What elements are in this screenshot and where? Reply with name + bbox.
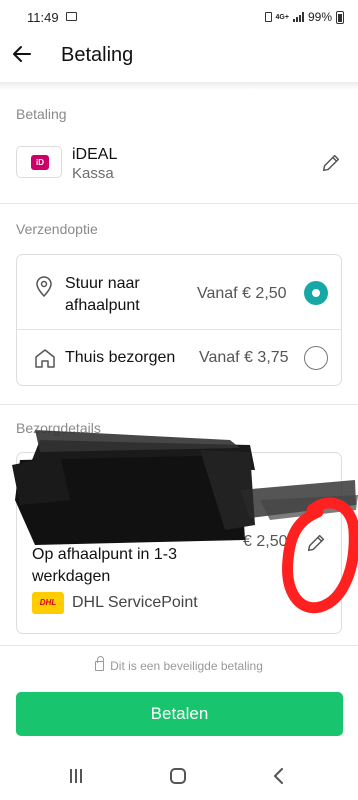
pay-button[interactable]: Betalen <box>16 692 343 736</box>
ideal-logo: iD <box>16 146 62 178</box>
ideal-logo-mark: iD <box>31 155 49 170</box>
shipping-option-pickup-price: Vanaf € 2,50 <box>197 285 287 302</box>
payment-section-label: Betaling <box>16 106 67 122</box>
battery-percentage: 99% <box>307 10 332 24</box>
status-time: 11:49 <box>27 10 59 25</box>
page-title: Betaling <box>61 44 134 66</box>
shipping-option-home-label[interactable]: Thuis bezorgen <box>65 349 175 367</box>
section-divider <box>0 645 358 646</box>
shipping-option-home-price: Vanaf € 3,75 <box>199 349 289 366</box>
pencil-icon[interactable] <box>320 152 342 174</box>
status-icons: 4G+ 99% <box>264 10 344 24</box>
home-icon[interactable] <box>170 768 186 784</box>
secure-payment-text: Dit is een beveiligde betaling <box>110 659 263 673</box>
secure-payment-note: Dit is een beveiligde betaling <box>0 656 358 673</box>
gallery-icon <box>66 12 77 21</box>
shipping-section-label: Verzendoptie <box>16 221 98 237</box>
option-divider <box>17 329 341 330</box>
shipping-options-card: Stuur naar afhaalpunt Vanaf € 2,50 Thuis… <box>16 254 342 386</box>
delivery-time-text: Op afhaalpunt in 1-3 werkdagen <box>32 546 177 585</box>
carrier-name: DHL ServicePoint <box>72 594 198 611</box>
pencil-icon[interactable] <box>305 532 327 554</box>
signal-icon <box>292 12 304 22</box>
back-icon[interactable] <box>272 768 286 784</box>
lock-icon <box>95 656 105 671</box>
shipping-option-pickup-label[interactable]: Stuur naar afhaalpunt <box>65 273 185 317</box>
delivery-section-label: Bezorgdetails <box>16 420 101 436</box>
system-nav-bar <box>0 752 358 800</box>
payment-method-name: iDEAL <box>72 146 118 163</box>
map-pin-icon <box>36 276 52 297</box>
shipping-option-home-radio[interactable] <box>304 346 328 370</box>
section-divider <box>0 404 358 405</box>
header-divider <box>0 82 358 90</box>
payment-method-sub: Kassa <box>72 165 114 182</box>
battery-icon <box>336 10 344 24</box>
shipping-option-pickup-radio[interactable] <box>304 281 328 305</box>
section-divider <box>0 203 358 204</box>
status-bar: 11:49 4G+ 99% <box>0 0 358 34</box>
top-app-bar: Betaling <box>0 34 358 82</box>
sim-icon <box>264 12 272 22</box>
delivery-price: € 2,50 <box>243 533 288 550</box>
arrow-left-icon[interactable] <box>10 42 34 66</box>
dhl-logo: DHL <box>32 592 64 614</box>
recent-apps-icon[interactable] <box>70 769 84 783</box>
house-icon <box>35 349 55 368</box>
network-type: 4G+ <box>275 13 289 21</box>
